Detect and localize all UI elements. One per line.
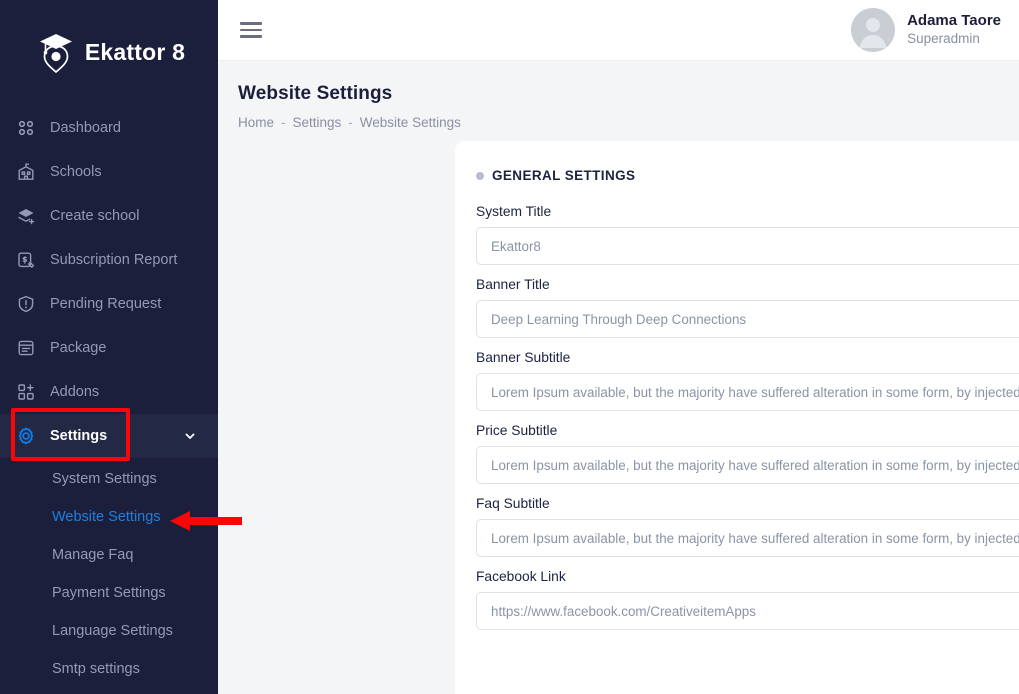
breadcrumb-item-website-settings[interactable]: Website Settings xyxy=(360,115,461,130)
field-banner-subtitle: Banner Subtitle xyxy=(476,350,1019,411)
breadcrumb-item-settings[interactable]: Settings xyxy=(293,115,342,130)
field-price-subtitle: Price Subtitle xyxy=(476,423,1019,484)
field-label: Banner Subtitle xyxy=(476,350,1019,365)
sidebar-item-label: Package xyxy=(50,341,106,356)
hamburger-menu-icon[interactable] xyxy=(240,22,262,38)
sidebar-item-label: Create school xyxy=(50,209,139,224)
field-label: Banner Title xyxy=(476,277,1019,292)
chevron-down-icon[interactable] xyxy=(184,430,196,442)
sidebar: Ekattor 8 Dashboard xyxy=(0,0,218,694)
app-root: Ekattor 8 Dashboard xyxy=(0,0,1019,694)
user-menu[interactable]: Adama Taore Superadmin xyxy=(851,8,1001,52)
bullet-icon xyxy=(476,172,484,180)
sidebar-subitem-manage-faq[interactable]: Manage Faq xyxy=(0,536,218,574)
breadcrumb: Home - Settings - Website Settings xyxy=(238,115,995,130)
grid-plus-icon xyxy=(16,382,36,402)
user-meta: Adama Taore Superadmin xyxy=(907,12,1001,48)
sidebar-item-settings[interactable]: Settings xyxy=(0,414,218,458)
gear-icon xyxy=(16,426,36,446)
field-label: System Title xyxy=(476,204,1019,219)
brand-name: Ekattor 8 xyxy=(85,39,185,66)
grid-dots-icon xyxy=(16,118,36,138)
sidebar-subitem-system-settings[interactable]: System Settings xyxy=(0,460,218,498)
sidebar-item-label: Settings xyxy=(50,429,107,444)
facebook-link-input[interactable] xyxy=(476,592,1019,630)
card-body: GENERAL SETTINGS System Title Banner Tit… xyxy=(455,141,1019,666)
sidebar-item-create-school[interactable]: Create school xyxy=(0,194,218,238)
field-banner-title: Banner Title xyxy=(476,277,1019,338)
sidebar-item-schools[interactable]: Schools xyxy=(0,150,218,194)
field-label: Price Subtitle xyxy=(476,423,1019,438)
alert-shield-icon xyxy=(16,294,36,314)
breadcrumb-separator: - xyxy=(348,115,353,130)
sidebar-item-label: Addons xyxy=(50,385,99,400)
banner-title-input[interactable] xyxy=(476,300,1019,338)
sidebar-item-label: Schools xyxy=(50,165,102,180)
main-content: Adama Taore Superadmin Website Settings … xyxy=(218,0,1019,694)
sidebar-subitem-language-settings[interactable]: Language Settings xyxy=(0,612,218,650)
page-header: Website Settings Home - Settings - Websi… xyxy=(218,61,1019,130)
field-system-title: System Title xyxy=(476,204,1019,265)
sidebar-subitem-website-settings[interactable]: Website Settings xyxy=(0,498,218,536)
sidebar-subitem-smtp-settings[interactable]: Smtp settings xyxy=(0,650,218,688)
section-title: GENERAL SETTINGS xyxy=(492,168,635,183)
faq-subtitle-input[interactable] xyxy=(476,519,1019,557)
user-role: Superadmin xyxy=(907,31,1001,48)
price-subtitle-input[interactable] xyxy=(476,446,1019,484)
topbar: Adama Taore Superadmin xyxy=(218,0,1019,61)
sidebar-item-dashboard[interactable]: Dashboard xyxy=(0,106,218,150)
sidebar-item-label: Pending Request xyxy=(50,297,161,312)
sidebar-subitem-payment-settings[interactable]: Payment Settings xyxy=(0,574,218,612)
sidebar-item-package[interactable]: Package xyxy=(0,326,218,370)
breadcrumb-item-home[interactable]: Home xyxy=(238,115,274,130)
sidebar-item-subscription-report[interactable]: Subscription Report xyxy=(0,238,218,282)
page-title: Website Settings xyxy=(238,83,995,105)
sidebar-item-addons[interactable]: Addons xyxy=(0,370,218,414)
field-faq-subtitle: Faq Subtitle xyxy=(476,496,1019,557)
system-title-input[interactable] xyxy=(476,227,1019,265)
section-header: GENERAL SETTINGS xyxy=(476,168,1019,183)
school-building-icon xyxy=(16,162,36,182)
brand[interactable]: Ekattor 8 xyxy=(0,0,218,104)
graduation-cap-pin-logo-icon xyxy=(37,31,75,73)
field-facebook-link: Facebook Link xyxy=(476,569,1019,630)
banner-subtitle-input[interactable] xyxy=(476,373,1019,411)
layers-plus-icon xyxy=(16,206,36,226)
sidebar-item-label: Dashboard xyxy=(50,121,121,136)
sidebar-item-label: Subscription Report xyxy=(50,253,177,268)
sidebar-item-pending-request[interactable]: Pending Request xyxy=(0,282,218,326)
field-label: Faq Subtitle xyxy=(476,496,1019,511)
field-label: Facebook Link xyxy=(476,569,1019,584)
sidebar-submenu-settings: System Settings Website Settings Manage … xyxy=(0,458,218,688)
list-card-icon xyxy=(16,338,36,358)
avatar xyxy=(851,8,895,52)
general-settings-card: GENERAL SETTINGS System Title Banner Tit… xyxy=(455,141,1019,694)
user-name: Adama Taore xyxy=(907,12,1001,31)
breadcrumb-separator: - xyxy=(281,115,286,130)
sidebar-nav: Dashboard Schools xyxy=(0,104,218,688)
dollar-document-edit-icon xyxy=(16,250,36,270)
